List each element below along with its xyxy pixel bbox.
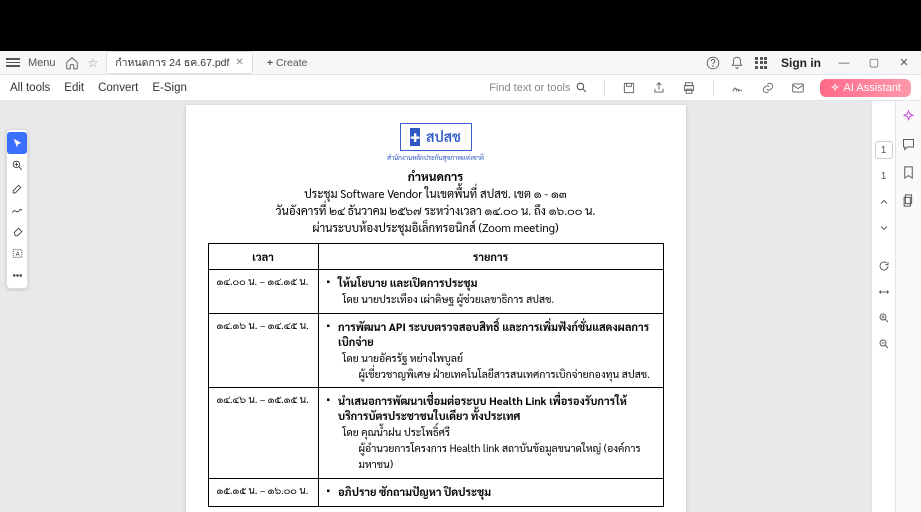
close-tab-icon[interactable]: ✕ [235, 57, 243, 68]
fit-width-icon[interactable] [875, 283, 893, 301]
save-icon[interactable] [621, 80, 637, 96]
page-down-icon[interactable] [875, 219, 893, 237]
plus-icon: + [267, 57, 273, 69]
create-tab-button[interactable]: + Create [261, 55, 314, 71]
cell-time: ๑๔.๐๐ น. – ๑๔.๑๕ น. [208, 270, 318, 314]
main-area: A ✚ สปสช สำนักงานหลักประกันสุขภาพแห่งชาต… [0, 101, 921, 512]
tools-bar: All tools Edit Convert E-Sign Find text … [0, 75, 921, 101]
search-icon [575, 81, 588, 94]
share-icon[interactable] [651, 80, 667, 96]
logo-text: สปสช [426, 128, 461, 146]
find-group[interactable]: Find text or tools [489, 81, 587, 94]
print-icon[interactable] [681, 80, 697, 96]
row-sub: ผู้อำนวยการโครงการ Health link สถาบันข้อ… [359, 441, 655, 473]
table-row: ๑๔.๐๐ น. – ๑๔.๑๕ น. ▪ให้นโยบาย และเปิดกา… [208, 270, 663, 314]
cell-detail: ▪การพัฒนา API ระบบตรวจสอบสิทธิ์ และการเพ… [318, 313, 663, 388]
ai-assistant-label: AI Assistant [844, 82, 901, 94]
cell-detail: ▪นำเสนอการพัฒนาเชื่อมต่อระบบ Health Link… [318, 388, 663, 478]
ai-panel-icon[interactable] [900, 107, 918, 125]
mail-icon[interactable] [790, 80, 806, 96]
table-row: ๑๔.๑๖ น. – ๑๔.๔๕ น. ▪การพัฒนา API ระบบตร… [208, 313, 663, 388]
cell-detail: ▪ให้นโยบาย และเปิดการประชุม โดย นายประเท… [318, 270, 663, 314]
right-panel-rail [895, 101, 921, 512]
zoom-in-icon[interactable] [875, 309, 893, 327]
logo-mark-icon: ✚ [410, 128, 420, 146]
ai-assistant-button[interactable]: AI Assistant [820, 79, 911, 97]
th-time: เวลา [208, 244, 318, 270]
row-sub: โดย นายประเทือง เผ่าดิษฐ ผู้ช่วยเลขาธิกา… [343, 292, 655, 308]
cell-detail: ▪อภิปราย ซักถามปัญหา ปิดประชุม [318, 478, 663, 506]
left-tool-rail: A [6, 129, 28, 289]
titlebar: Menu ☆ กำหนดการ 24 ธค.67.pdf ✕ + Create … [0, 51, 921, 75]
page-up-icon[interactable] [875, 193, 893, 211]
bell-icon[interactable] [729, 55, 745, 71]
sparkle-icon [830, 83, 840, 93]
menu-button[interactable] [6, 58, 20, 67]
row-title: การพัฒนา API ระบบตรวจสอบสิทธิ์ และการเพิ… [338, 319, 654, 349]
tab-title: กำหนดการ 24 ธค.67.pdf [115, 54, 229, 71]
logo-subtitle: สำนักงานหลักประกันสุขภาพแห่งชาติ [208, 153, 664, 162]
comment-panel-icon[interactable] [900, 135, 918, 153]
page-current[interactable]: 1 [875, 141, 893, 159]
org-logo: ✚ สปสช [400, 123, 472, 151]
table-row: ๑๕.๑๕ น. – ๑๖.๐๐ น. ▪อภิปราย ซักถามปัญหา… [208, 478, 663, 506]
window-minimize-icon[interactable]: — [833, 55, 855, 71]
row-title: นำเสนอการพัฒนาเชื่อมต่อระบบ Health Link … [338, 393, 654, 423]
window-close-icon[interactable]: ✕ [893, 55, 915, 71]
doc-subtitle-2: วันอังคารที่ ๒๔ ธันวาคม ๒๕๖๗ ระหว่างเวลา… [208, 203, 664, 218]
create-label: Create [276, 57, 308, 69]
convert-button[interactable]: Convert [98, 82, 138, 94]
page-nav-rail: 1 1 [871, 101, 895, 512]
edit-button[interactable]: Edit [64, 82, 84, 94]
row-sub: ผู้เชี่ยวชาญพิเศษ ฝ่ายเทคโนโลยีสารสนเทศก… [359, 367, 655, 383]
select-tool-icon[interactable] [7, 132, 27, 154]
row-title: ให้นโยบาย และเปิดการประชุม [338, 275, 477, 290]
highlight-tool-icon[interactable] [7, 176, 27, 198]
pages-panel-icon[interactable] [900, 191, 918, 209]
doc-subtitle-3: ผ่านระบบห้องประชุมอิเล็กทรอนิกส์ (Zoom m… [208, 220, 664, 235]
zoom-tool-icon[interactable] [7, 154, 27, 176]
draw-tool-icon[interactable] [7, 198, 27, 220]
cell-time: ๑๔.๑๖ น. – ๑๔.๔๕ น. [208, 313, 318, 388]
signature-icon[interactable] [730, 80, 746, 96]
text-tool-icon[interactable]: A [7, 242, 27, 264]
menu-label: Menu [28, 57, 56, 69]
star-icon[interactable]: ☆ [88, 56, 99, 70]
row-title: อภิปราย ซักถามปัญหา ปิดประชุม [338, 484, 491, 499]
row-sub: โดย นายอัครรัฐ หย่างไพบูลย์ [343, 351, 655, 367]
home-icon[interactable] [64, 55, 80, 71]
window-maximize-icon[interactable]: ▢ [863, 55, 885, 71]
page-total: 1 [875, 167, 893, 185]
document-canvas[interactable]: ✚ สปสช สำนักงานหลักประกันสุขภาพแห่งชาติ … [0, 101, 871, 512]
cell-time: ๑๔.๔๖ น. – ๑๕.๑๕ น. [208, 388, 318, 478]
more-tools-icon[interactable] [7, 264, 27, 286]
all-tools-button[interactable]: All tools [10, 82, 50, 94]
doc-title: กำหนดการ [208, 168, 664, 184]
bookmark-panel-icon[interactable] [900, 163, 918, 181]
doc-subtitle-1: ประชุม Software Vendor ในเขตพื้นที่ สปสช… [208, 186, 664, 201]
find-placeholder: Find text or tools [489, 82, 570, 94]
apps-grid-icon[interactable] [753, 55, 769, 71]
esign-button[interactable]: E-Sign [152, 82, 187, 94]
rotate-icon[interactable] [875, 257, 893, 275]
zoom-out-icon[interactable] [875, 335, 893, 353]
pdf-page: ✚ สปสช สำนักงานหลักประกันสุขภาพแห่งชาติ … [186, 105, 686, 512]
link-icon[interactable] [760, 80, 776, 96]
th-item: รายการ [318, 244, 663, 270]
erase-tool-icon[interactable] [7, 220, 27, 242]
cell-time: ๑๕.๑๕ น. – ๑๖.๐๐ น. [208, 478, 318, 506]
row-sub: โดย คุณน้ำฝน ประโพธิ์ศรี [343, 425, 655, 441]
help-icon[interactable] [705, 55, 721, 71]
svg-text:A: A [15, 251, 19, 257]
agenda-table: เวลา รายการ ๑๔.๐๐ น. – ๑๔.๑๕ น. ▪ให้นโยบ… [208, 243, 664, 507]
sign-in-button[interactable]: Sign in [781, 56, 821, 70]
document-tab[interactable]: กำหนดการ 24 ธค.67.pdf ✕ [106, 51, 253, 74]
app-window: Menu ☆ กำหนดการ 24 ธค.67.pdf ✕ + Create … [0, 51, 921, 512]
table-row: ๑๔.๔๖ น. – ๑๕.๑๕ น. ▪นำเสนอการพัฒนาเชื่อ… [208, 388, 663, 478]
